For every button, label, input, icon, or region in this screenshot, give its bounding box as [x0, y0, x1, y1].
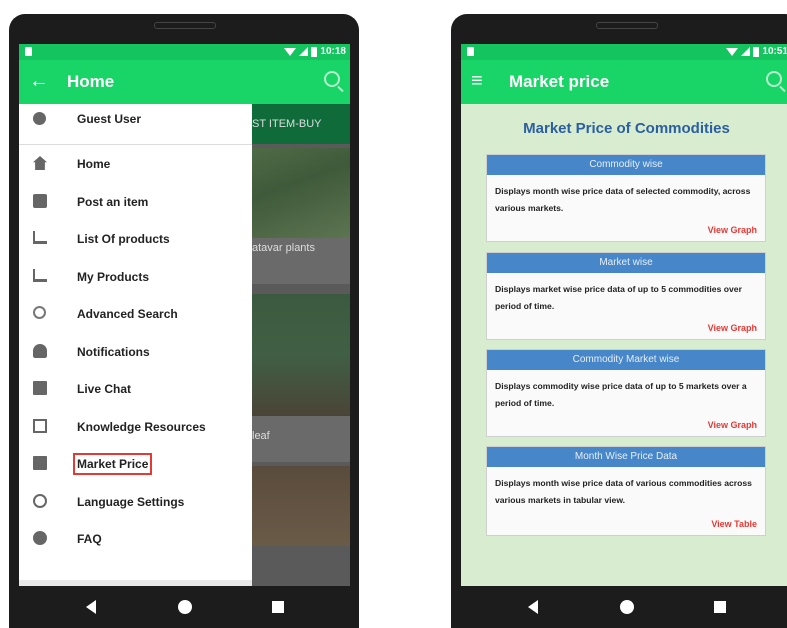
drawer-item-notifications[interactable]: Notifications: [19, 333, 252, 371]
home-icon: [33, 156, 47, 170]
user-name: Guest User: [77, 112, 142, 126]
drawer-item-language-settings[interactable]: Language Settings: [19, 483, 252, 521]
sd-card-icon: [25, 47, 32, 56]
nav-recents-icon[interactable]: [714, 601, 726, 613]
view-graph-link[interactable]: View Graph: [708, 323, 757, 333]
drawer-item-live-chat[interactable]: Live Chat: [19, 370, 252, 408]
battery-icon: [311, 46, 318, 57]
drawer-item-label: Language Settings: [77, 494, 185, 509]
option-card[interactable]: Market wise Displays market wise price d…: [486, 252, 766, 340]
option-card[interactable]: Month Wise Price Data Displays month wis…: [486, 446, 766, 536]
drawer-item-my-products[interactable]: My Products: [19, 258, 252, 296]
view-graph-link[interactable]: View Graph: [708, 420, 757, 430]
product-image[interactable]: [252, 466, 350, 546]
view-table-link[interactable]: View Table: [711, 519, 757, 529]
drawer-item-market-price[interactable]: Market Price: [19, 445, 252, 483]
cart-add-icon: [33, 231, 47, 244]
drawer-item-label: Market Price: [72, 453, 153, 475]
status-time: 10:18: [320, 46, 346, 57]
card-description: Displays month wise price data of variou…: [495, 478, 752, 505]
option-card[interactable]: Commodity Market wise Displays commodity…: [486, 349, 766, 437]
bell-icon: [33, 343, 47, 358]
screen-left: 10:18 ← Home ST ITEM-BUY atavar plants l…: [19, 44, 350, 586]
drawer-user[interactable]: Guest User: [19, 104, 252, 145]
option-card[interactable]: Commodity wise Displays month wise price…: [486, 154, 766, 242]
card-title: Month Wise Price Data: [487, 447, 765, 467]
status-bar: 10:51: [461, 44, 787, 60]
phone-right: 10:51 ≡ Market price Market Price of Com…: [451, 14, 787, 628]
info-icon: [33, 531, 47, 545]
navigation-drawer: Guest User Home Post an item List Of pro…: [19, 104, 252, 586]
nav-recents-icon[interactable]: [272, 601, 284, 613]
drawer-item-label: Knowledge Resources: [77, 419, 206, 434]
system-nav-bar: [451, 586, 787, 628]
app-bar: ← Home: [19, 60, 350, 104]
nav-home-icon[interactable]: [620, 600, 634, 614]
card-description: Displays month wise price data of select…: [495, 186, 751, 213]
product-label: atavar plants: [252, 238, 350, 284]
product-image[interactable]: [252, 148, 350, 238]
wifi-icon: [284, 47, 297, 56]
drawer-item-home[interactable]: Home: [19, 145, 252, 183]
phone-left: 10:18 ← Home ST ITEM-BUY atavar plants l…: [9, 14, 359, 628]
card-title: Market wise: [487, 253, 765, 273]
page-title: Home: [67, 72, 115, 91]
drawer-item-knowledge-resources[interactable]: Knowledge Resources: [19, 408, 252, 446]
card-description: Displays commodity wise price data of up…: [495, 381, 747, 408]
drawer-item-label: Advanced Search: [77, 307, 178, 321]
card-title: Commodity Market wise: [487, 350, 765, 370]
battery-icon: [753, 46, 760, 57]
view-graph-link[interactable]: View Graph: [708, 225, 757, 235]
drawer-item-faq[interactable]: FAQ: [19, 520, 252, 558]
speaker: [596, 22, 658, 29]
page-title: Market price: [509, 72, 610, 91]
drawer-item-advanced-search[interactable]: Advanced Search: [19, 295, 252, 333]
tab-latest-item-buy[interactable]: ST ITEM-BUY: [252, 104, 350, 144]
system-nav-bar: [9, 586, 359, 628]
search-icon: [33, 306, 46, 319]
drawer-item-label: Notifications: [77, 344, 150, 359]
product-label: leaf: [252, 416, 350, 462]
product-image[interactable]: [252, 294, 350, 416]
back-arrow-icon[interactable]: ←: [29, 70, 49, 92]
chart-icon: [33, 456, 47, 470]
drawer-item-label: FAQ: [77, 532, 102, 546]
library-icon: [33, 418, 47, 433]
chat-icon: [33, 381, 47, 395]
account-icon: [33, 112, 46, 125]
drawer-item-post-an-item[interactable]: Post an item: [19, 183, 252, 221]
screen-right: 10:51 ≡ Market price Market Price of Com…: [461, 44, 787, 586]
drawer-item-label: Live Chat: [77, 382, 132, 396]
post-icon: [33, 193, 47, 208]
nav-home-icon[interactable]: [178, 600, 192, 614]
card-title: Commodity wise: [487, 155, 765, 175]
signal-icon: [741, 47, 751, 56]
globe-icon: [33, 493, 47, 508]
search-icon[interactable]: [324, 71, 340, 87]
nav-back-icon[interactable]: [528, 600, 538, 614]
sd-card-icon: [467, 47, 474, 56]
status-bar: 10:18: [19, 44, 350, 60]
speaker: [154, 22, 216, 29]
status-time: 10:51: [762, 46, 787, 57]
drawer-item-label: Post an item: [77, 194, 149, 209]
signal-icon: [299, 47, 309, 56]
app-bar: ≡ Market price: [461, 60, 787, 104]
card-description: Displays market wise price data of up to…: [495, 284, 742, 311]
section-heading: Market Price of Commodities: [523, 120, 730, 137]
wifi-icon: [726, 47, 739, 56]
drawer-item-list-of-products[interactable]: List Of products: [19, 220, 252, 258]
menu-icon[interactable]: ≡: [471, 70, 483, 92]
market-price-content: Market Price of Commodities Commodity wi…: [461, 104, 787, 586]
drawer-item-label: List Of products: [77, 232, 170, 246]
nav-back-icon[interactable]: [86, 600, 96, 614]
cart-icon: [33, 268, 47, 282]
drawer-item-label: Home: [77, 157, 111, 171]
search-icon[interactable]: [766, 71, 782, 87]
drawer-item-label: My Products: [77, 269, 150, 284]
